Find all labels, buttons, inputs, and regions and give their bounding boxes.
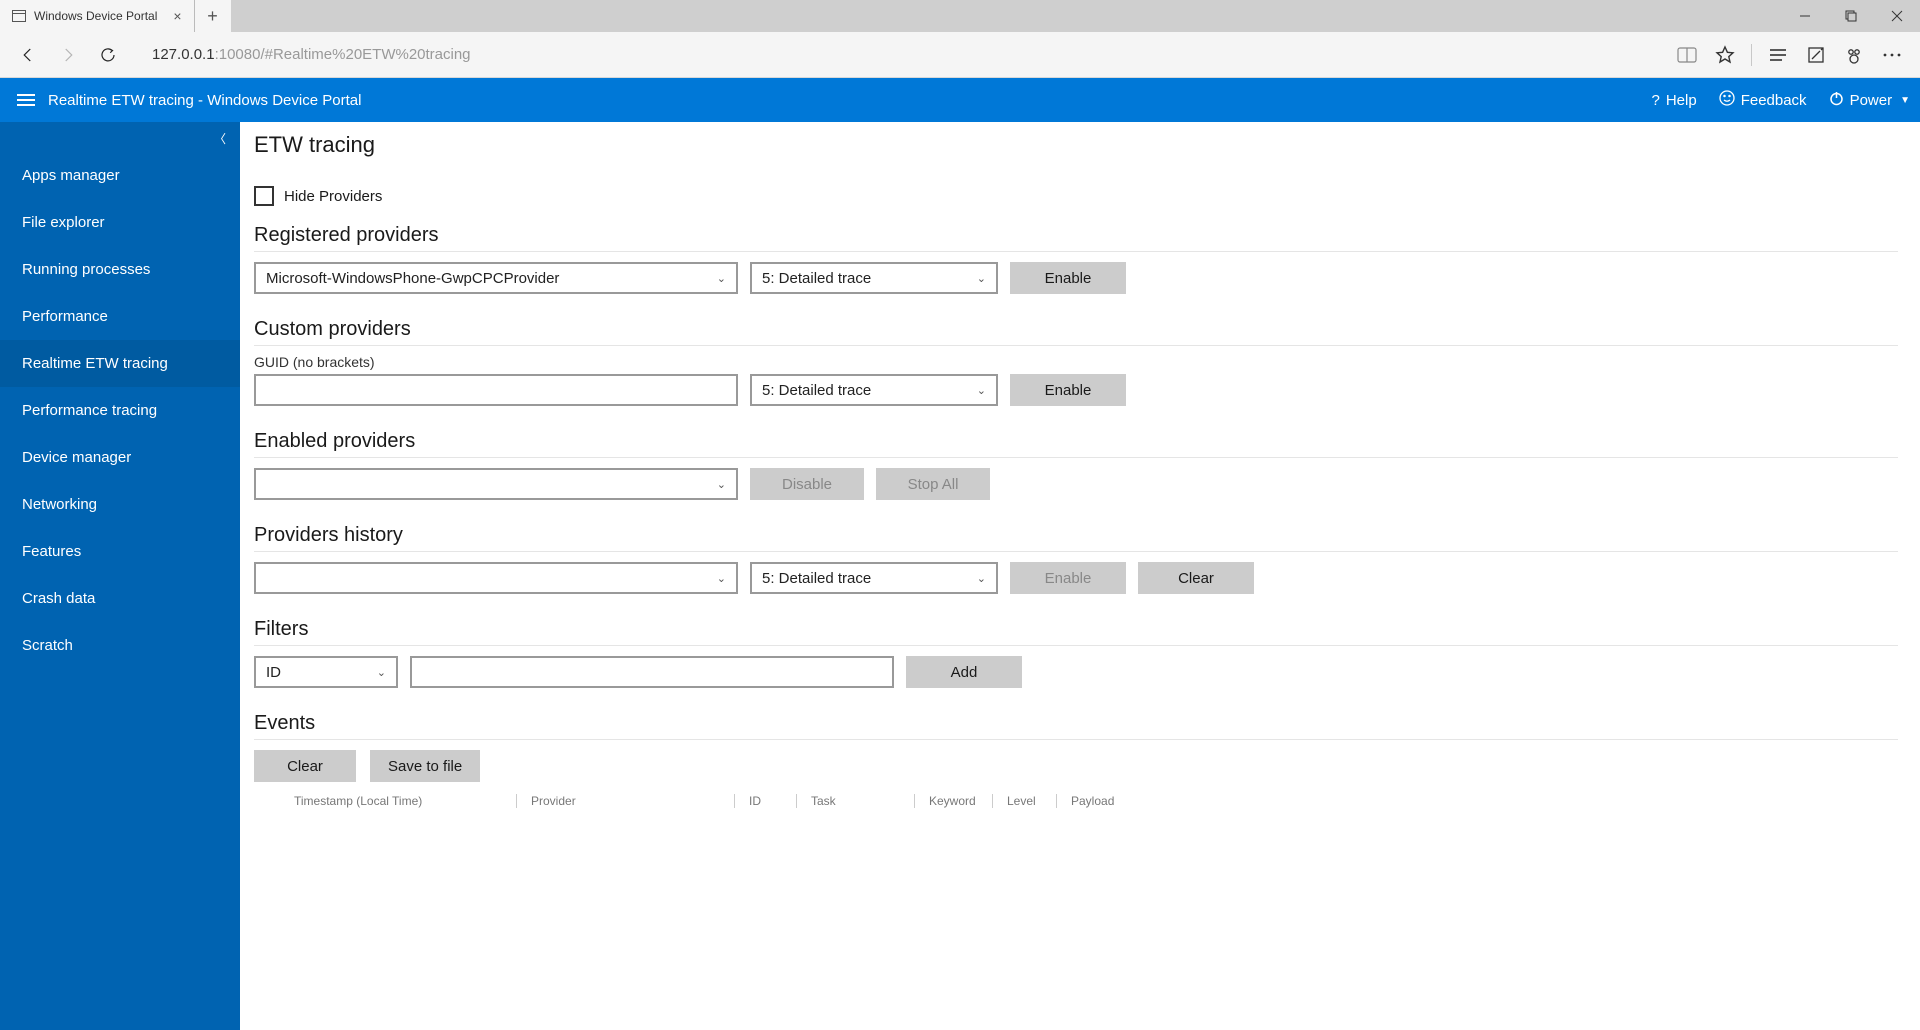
minimize-button[interactable]	[1782, 0, 1828, 32]
chevron-down-icon: ▼	[1900, 95, 1910, 106]
chevron-down-icon: ⌄	[717, 572, 726, 585]
history-clear-button[interactable]: Clear	[1138, 562, 1254, 594]
col-keyword: Keyword	[914, 794, 992, 808]
events-table-header: Timestamp (Local Time) Provider ID Task …	[254, 794, 1902, 808]
history-level-select[interactable]: 5: Detailed trace ⌄	[750, 562, 998, 594]
menu-button[interactable]	[4, 78, 48, 122]
main-content: ETW tracing Hide Providers Registered pr…	[240, 122, 1920, 1030]
section-filters: Filters	[254, 618, 1898, 646]
feedback-link[interactable]: Feedback	[1719, 90, 1807, 110]
sidebar-item-performance[interactable]: Performance	[0, 293, 240, 340]
col-provider: Provider	[516, 794, 734, 808]
disable-button[interactable]: Disable	[750, 468, 864, 500]
window-controls	[1782, 0, 1920, 32]
sidebar-item-scratch[interactable]: Scratch	[0, 622, 240, 669]
forward-button[interactable]	[48, 35, 88, 75]
more-icon[interactable]	[1880, 43, 1904, 67]
close-tab-icon[interactable]: ×	[173, 8, 181, 24]
url-path: :10080/#Realtime%20ETW%20tracing	[215, 46, 471, 63]
back-button[interactable]	[8, 35, 48, 75]
browser-tab-strip: Windows Device Portal × +	[0, 0, 1920, 32]
url-display[interactable]: 127.0.0.1:10080/#Realtime%20ETW%20tracin…	[128, 46, 1675, 63]
section-events: Events	[254, 712, 1898, 740]
help-link[interactable]: ? Help	[1651, 92, 1696, 109]
maximize-button[interactable]	[1828, 0, 1874, 32]
col-level: Level	[992, 794, 1056, 808]
registered-provider-select[interactable]: Microsoft-WindowsPhone-GwpCPCProvider ⌄	[254, 262, 738, 294]
sidebar-item-features[interactable]: Features	[0, 528, 240, 575]
share-icon[interactable]	[1842, 43, 1866, 67]
enabled-provider-select[interactable]: ⌄	[254, 468, 738, 500]
new-tab-button[interactable]: +	[195, 0, 231, 32]
registered-enable-button[interactable]: Enable	[1010, 262, 1126, 294]
page-title: ETW tracing	[254, 132, 1902, 158]
power-menu[interactable]: Power ▼	[1829, 91, 1910, 110]
events-clear-button[interactable]: Clear	[254, 750, 356, 782]
page-icon	[12, 10, 26, 22]
sidebar-item-crash-data[interactable]: Crash data	[0, 575, 240, 622]
sidebar-item-running-processes[interactable]: Running processes	[0, 246, 240, 293]
custom-level-select[interactable]: 5: Detailed trace ⌄	[750, 374, 998, 406]
help-icon: ?	[1651, 92, 1659, 109]
chevron-down-icon: ⌄	[977, 272, 986, 285]
url-host: 127.0.0.1	[152, 46, 215, 63]
registered-level-select[interactable]: 5: Detailed trace ⌄	[750, 262, 998, 294]
sidebar-item-realtime-etw-tracing[interactable]: Realtime ETW tracing	[0, 340, 240, 387]
col-task: Task	[796, 794, 914, 808]
refresh-button[interactable]	[88, 35, 128, 75]
chevron-down-icon: ⌄	[977, 384, 986, 397]
hide-providers-checkbox[interactable]: Hide Providers	[254, 186, 1902, 206]
sidebar-item-file-explorer[interactable]: File explorer	[0, 199, 240, 246]
app-bar: Realtime ETW tracing - Windows Device Po…	[0, 78, 1920, 122]
app-title: Realtime ETW tracing - Windows Device Po…	[48, 92, 361, 109]
power-icon	[1829, 91, 1844, 110]
col-timestamp: Timestamp (Local Time)	[294, 794, 516, 808]
sidebar-item-device-manager[interactable]: Device manager	[0, 434, 240, 481]
history-enable-button[interactable]: Enable	[1010, 562, 1126, 594]
address-bar: 127.0.0.1:10080/#Realtime%20ETW%20tracin…	[0, 32, 1920, 78]
checkbox-icon	[254, 186, 274, 206]
favorite-icon[interactable]	[1713, 43, 1737, 67]
hub-icon[interactable]	[1766, 43, 1790, 67]
history-provider-select[interactable]: ⌄	[254, 562, 738, 594]
section-custom-providers: Custom providers	[254, 318, 1898, 346]
custom-guid-input[interactable]	[254, 374, 738, 406]
filter-add-button[interactable]: Add	[906, 656, 1022, 688]
section-registered-providers: Registered providers	[254, 224, 1898, 252]
smiley-icon	[1719, 90, 1735, 110]
stop-all-button[interactable]: Stop All	[876, 468, 990, 500]
tab-title: Windows Device Portal	[34, 9, 157, 23]
sidebar-item-performance-tracing[interactable]: Performance tracing	[0, 387, 240, 434]
collapse-sidebar-button[interactable]: 〈	[214, 130, 226, 147]
browser-tab[interactable]: Windows Device Portal ×	[0, 0, 195, 32]
chevron-down-icon: ⌄	[717, 478, 726, 491]
custom-enable-button[interactable]: Enable	[1010, 374, 1126, 406]
chevron-down-icon: ⌄	[977, 572, 986, 585]
section-enabled-providers: Enabled providers	[254, 430, 1898, 458]
notes-icon[interactable]	[1804, 43, 1828, 67]
close-window-button[interactable]	[1874, 0, 1920, 32]
sidebar-item-apps-manager[interactable]: Apps manager	[0, 152, 240, 199]
sidebar: 〈 Apps managerFile explorerRunning proce…	[0, 122, 240, 1030]
filter-field-select[interactable]: ID ⌄	[254, 656, 398, 688]
filter-value-input[interactable]	[410, 656, 894, 688]
chevron-down-icon: ⌄	[377, 666, 386, 679]
sidebar-item-networking[interactable]: Networking	[0, 481, 240, 528]
chevron-down-icon: ⌄	[717, 272, 726, 285]
col-id: ID	[734, 794, 796, 808]
reading-view-icon[interactable]	[1675, 43, 1699, 67]
events-save-button[interactable]: Save to file	[370, 750, 480, 782]
col-payload: Payload	[1056, 794, 1138, 808]
guid-label: GUID (no brackets)	[254, 354, 1902, 370]
section-providers-history: Providers history	[254, 524, 1898, 552]
